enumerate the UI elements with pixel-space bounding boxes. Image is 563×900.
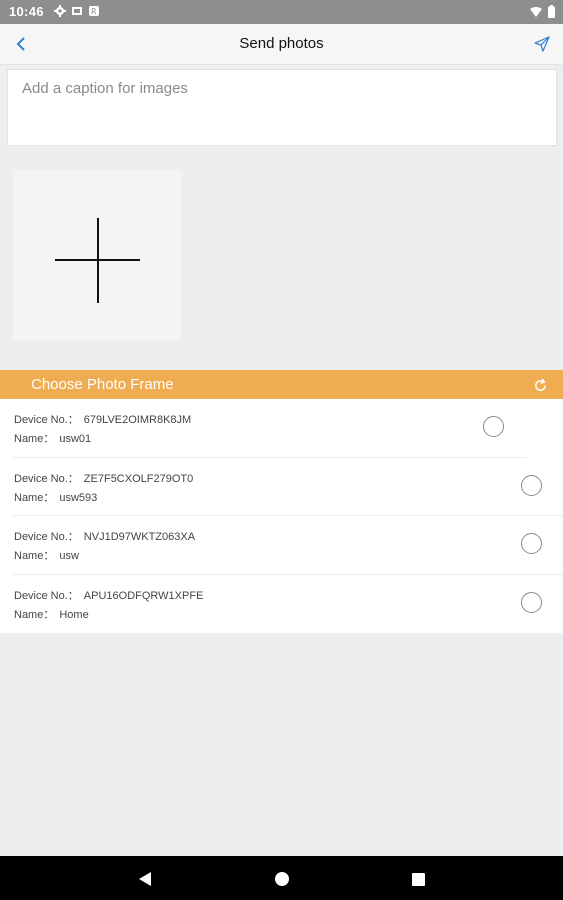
- device-name-label: Name：: [14, 491, 55, 504]
- status-bar: 10:46 R: [0, 0, 563, 24]
- status-icons-right: [530, 5, 555, 18]
- home-circle-icon: [275, 872, 289, 886]
- device-number-label: Device No.：: [14, 414, 79, 426]
- device-row[interactable]: Device No.： 679LVE2OIMR8K8JM Name： usw01: [0, 399, 563, 458]
- plus-icon-vertical: [97, 218, 99, 303]
- page-title: Send photos: [239, 35, 324, 52]
- device-number: ZE7F5CXOLF279OT0: [83, 472, 194, 485]
- nav-recents-button[interactable]: [408, 869, 428, 889]
- device-number: NVJ1D97WKTZ063XA: [83, 531, 196, 543]
- device-name-line: Name： usw593: [14, 489, 97, 505]
- device-radio[interactable]: [483, 416, 504, 437]
- send-icon: [534, 36, 550, 52]
- nav-back-button[interactable]: [135, 869, 155, 889]
- data-saver-icon: R: [89, 6, 99, 16]
- device-name-label: Name：: [14, 608, 55, 621]
- nav-home-button[interactable]: [272, 869, 292, 889]
- refresh-button[interactable]: [531, 376, 549, 394]
- device-number-line: Device No.： NVJ1D97WKTZ063XA: [14, 528, 195, 544]
- svg-text:R: R: [91, 7, 97, 16]
- frame-section-header: Choose Photo Frame: [0, 370, 563, 399]
- device-name: usw01: [59, 433, 92, 445]
- add-photo-button[interactable]: [13, 170, 181, 340]
- device-radio[interactable]: [521, 474, 542, 496]
- device-name-line: Name： Home: [14, 606, 89, 622]
- gear-icon: [54, 5, 66, 17]
- device-name-label: Name：: [14, 550, 55, 562]
- device-number-line: Device No.： ZE7F5CXOLF279OT0: [14, 470, 193, 486]
- device-row[interactable]: Device No.： APU16ODFQRW1XPFE Name： Home: [0, 575, 563, 634]
- device-radio[interactable]: [521, 591, 542, 613]
- caption-input[interactable]: [8, 70, 556, 145]
- device-name-label: Name：: [14, 433, 55, 445]
- device-number-label: Device No.：: [14, 531, 79, 543]
- device-name: Home: [59, 608, 89, 621]
- device-number-label: Device No.：: [14, 472, 79, 485]
- sim-card-icon: [72, 7, 82, 15]
- frame-section-title: Choose Photo Frame: [31, 376, 174, 393]
- device-radio[interactable]: [521, 533, 542, 554]
- status-icons-left: R: [54, 5, 100, 17]
- device-row[interactable]: Device No.： NVJ1D97WKTZ063XA Name： usw: [0, 516, 563, 575]
- device-name: usw593: [59, 491, 98, 504]
- refresh-icon: [534, 378, 546, 391]
- status-time: 10:46: [9, 4, 44, 19]
- device-number-line: Device No.： 679LVE2OIMR8K8JM: [14, 411, 191, 427]
- send-button[interactable]: [531, 33, 553, 55]
- device-list: Device No.： 679LVE2OIMR8K8JM Name： usw01 D…: [0, 399, 563, 633]
- wifi-icon: [530, 6, 542, 17]
- recents-square-icon: [411, 872, 425, 886]
- caption-box: [7, 69, 557, 146]
- device-number-label: Device No.：: [14, 589, 79, 602]
- device-number: APU16ODFQRW1XPFE: [83, 589, 204, 602]
- app-bar: Send photos: [0, 24, 563, 65]
- device-name-line: Name： usw: [14, 547, 79, 563]
- device-name-line: Name： usw01: [14, 430, 91, 446]
- battery-icon: [548, 5, 555, 18]
- system-nav-bar: [0, 856, 563, 900]
- device-row[interactable]: Device No.： ZE7F5CXOLF279OT0 Name： usw593: [0, 458, 563, 516]
- device-number-line: Device No.： APU16ODFQRW1XPFE: [14, 587, 203, 603]
- device-number: 679LVE2OIMR8K8JM: [83, 414, 192, 426]
- device-name: usw: [59, 550, 79, 562]
- back-triangle-icon: [139, 872, 151, 886]
